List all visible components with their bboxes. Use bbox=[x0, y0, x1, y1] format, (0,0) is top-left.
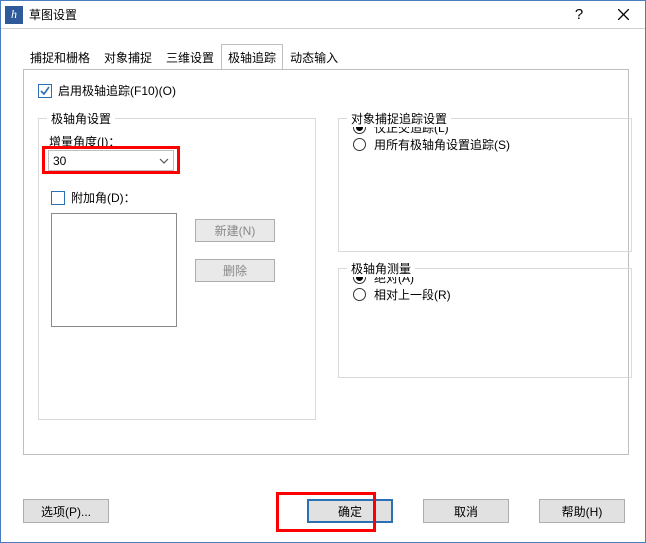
group-osnap-legend: 对象捕捉追踪设置 bbox=[347, 110, 451, 127]
cancel-button[interactable]: 取消 bbox=[423, 499, 509, 523]
enable-polar-label: 启用极轴追踪(F10)(O) bbox=[58, 82, 176, 99]
tab-dynamic-input[interactable]: 动态输入 bbox=[283, 44, 345, 70]
help-button[interactable]: 帮助(H) bbox=[539, 499, 625, 523]
titlebar: h 草图设置 ? bbox=[1, 1, 645, 29]
radio-all-polar-label: 用所有极轴角设置追踪(S) bbox=[374, 136, 510, 153]
radio-all-polar[interactable]: 用所有极轴角设置追踪(S) bbox=[353, 136, 631, 153]
new-angle-button[interactable]: 新建(N) bbox=[195, 219, 275, 242]
radio-relative-indicator bbox=[353, 288, 366, 301]
close-icon bbox=[618, 9, 629, 20]
tab-panel-polar: 启用极轴追踪(F10)(O) 极轴角设置 增量角度(I)： 30 ✓ 附加角(D… bbox=[23, 69, 629, 455]
radio-relative[interactable]: 相对上一段(R) bbox=[353, 286, 631, 303]
additional-angle-row[interactable]: ✓ 附加角(D)： bbox=[51, 189, 136, 206]
additional-angle-label: 附加角(D)： bbox=[71, 189, 136, 206]
enable-polar-checkbox[interactable] bbox=[38, 84, 52, 98]
tab-3d-settings[interactable]: 三维设置 bbox=[159, 44, 221, 70]
group-polar-legend: 极轴角设置 bbox=[47, 110, 115, 127]
group-polar-angle: 极轴角设置 增量角度(I)： 30 ✓ 附加角(D)： 新建(N) 删除 bbox=[38, 118, 316, 420]
increment-angle-value: 30 bbox=[53, 154, 66, 168]
enable-polar-row[interactable]: 启用极轴追踪(F10)(O) bbox=[38, 82, 614, 99]
tab-object-snap[interactable]: 对象捕捉 bbox=[97, 44, 159, 70]
window-title: 草图设置 bbox=[29, 6, 557, 23]
tab-polar-tracking[interactable]: 极轴追踪 bbox=[221, 44, 283, 70]
group-measure-legend: 极轴角测量 bbox=[347, 260, 415, 277]
app-icon: h bbox=[5, 6, 23, 24]
check-icon bbox=[40, 86, 50, 96]
dialog-footer: 选项(P)... 确定 取消 帮助(H) bbox=[1, 480, 645, 542]
group-polar-measure: 极轴角测量 绝对(A) 相对上一段(R) bbox=[338, 268, 632, 378]
close-button[interactable] bbox=[601, 1, 645, 29]
ok-button[interactable]: 确定 bbox=[307, 499, 393, 523]
additional-angle-list[interactable] bbox=[51, 213, 177, 327]
tab-strip: 捕捉和栅格 对象捕捉 三维设置 极轴追踪 动态输入 bbox=[23, 43, 629, 69]
delete-angle-button[interactable]: 删除 bbox=[195, 259, 275, 282]
group-osnap-tracking: 对象捕捉追踪设置 仅正交追踪(L) 用所有极轴角设置追踪(S) bbox=[338, 118, 632, 252]
help-titlebar-button[interactable]: ? bbox=[557, 1, 601, 29]
options-button[interactable]: 选项(P)... bbox=[23, 499, 109, 523]
radio-relative-label: 相对上一段(R) bbox=[374, 286, 451, 303]
additional-angle-checkbox[interactable]: ✓ bbox=[51, 191, 65, 205]
radio-all-polar-indicator bbox=[353, 138, 366, 151]
increment-angle-label: 增量角度(I)： bbox=[49, 133, 120, 150]
tab-snap-grid[interactable]: 捕捉和栅格 bbox=[23, 44, 97, 70]
chevron-down-icon bbox=[159, 155, 169, 169]
increment-angle-combo[interactable]: 30 bbox=[48, 150, 174, 171]
